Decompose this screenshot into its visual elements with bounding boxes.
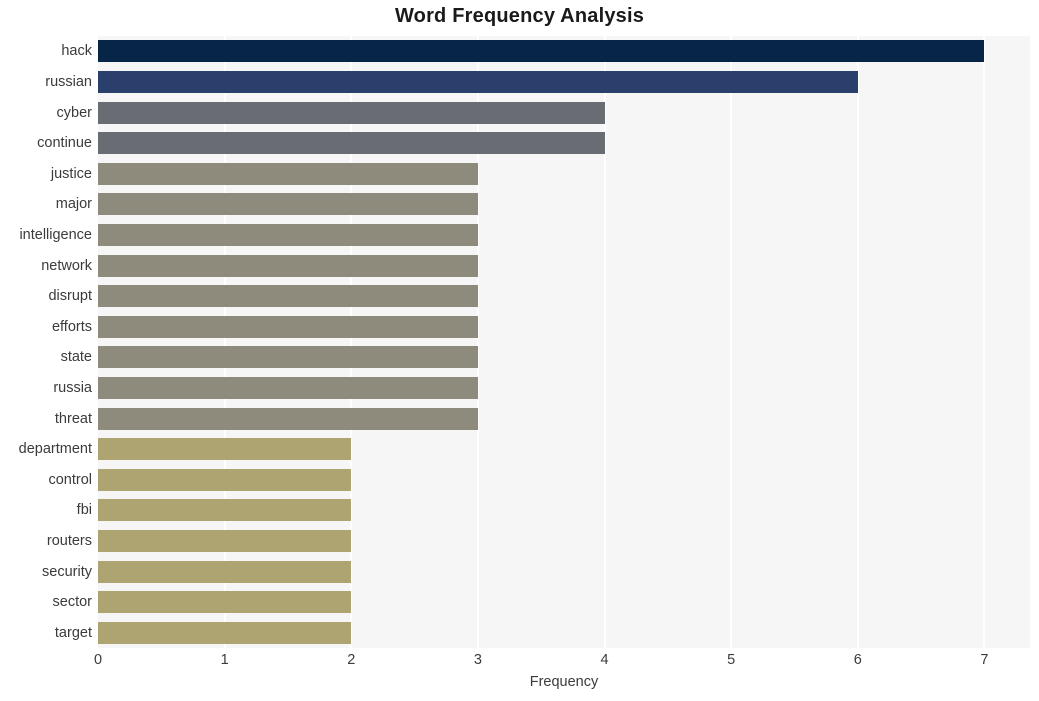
bar [98,499,352,522]
x-tick-label: 7 [980,652,989,668]
bar [98,591,352,614]
bar [98,468,352,491]
bar [98,376,478,399]
gridline [476,36,479,648]
y-tick-label: disrupt [48,288,92,305]
y-tick-label: russian [45,73,92,90]
y-tick-label: russia [53,379,92,396]
y-tick-label: control [48,471,92,488]
y-tick-label: security [42,563,92,580]
gridline [223,36,226,648]
y-tick-label: efforts [51,318,92,335]
bar [98,101,605,124]
bar [98,285,478,308]
bar [98,193,478,216]
bar [98,407,478,430]
y-tick-label: justice [50,165,92,182]
chart-title: Word Frequency Analysis [394,5,645,27]
y-tick-label: sector [52,594,93,611]
y-tick-label: fbi [76,502,92,519]
y-tick-label: routers [46,532,92,549]
x-tick-label: 6 [853,652,862,668]
y-tick-label: department [18,441,92,458]
x-axis-label: Frequency [529,674,599,690]
bar [98,560,352,583]
bar [98,438,352,461]
bar [98,40,985,63]
y-tick-label: intelligence [19,226,92,243]
y-tick-label: continue [37,135,92,152]
y-tick-label: cyber [56,104,92,121]
plot-area [98,36,1030,648]
chart-figure: Word Frequency Analysis hack russian cyber… [0,0,1039,701]
gridline [856,36,859,648]
y-tick-label: state [60,349,92,366]
y-tick-label: threat [54,410,92,427]
bar [98,346,478,369]
x-tick-label: 1 [220,652,229,668]
bar [98,132,605,155]
y-tick-label: major [55,196,92,213]
bar [98,223,478,246]
y-tick-label: network [41,257,92,274]
x-tick-label: 4 [600,652,609,668]
x-axis-tick-labels: 0 1 2 3 4 5 6 7 [0,652,1039,674]
y-tick-label: hack [61,43,92,60]
x-tick-label: 5 [727,652,736,668]
gridline [983,36,986,648]
bar [98,315,478,338]
x-tick-label: 2 [347,652,356,668]
bar [98,529,352,552]
y-axis-tick-labels: hack russian cyber continue justice major inte… [0,36,92,648]
bar [98,70,858,93]
gridline [730,36,733,648]
x-tick-label: 0 [93,652,103,668]
gridline [350,36,353,648]
bar [98,621,352,644]
y-tick-label: target [54,624,92,641]
bar [98,162,478,185]
x-tick-label: 3 [473,652,482,668]
bar [98,254,478,277]
gridline [603,36,606,648]
